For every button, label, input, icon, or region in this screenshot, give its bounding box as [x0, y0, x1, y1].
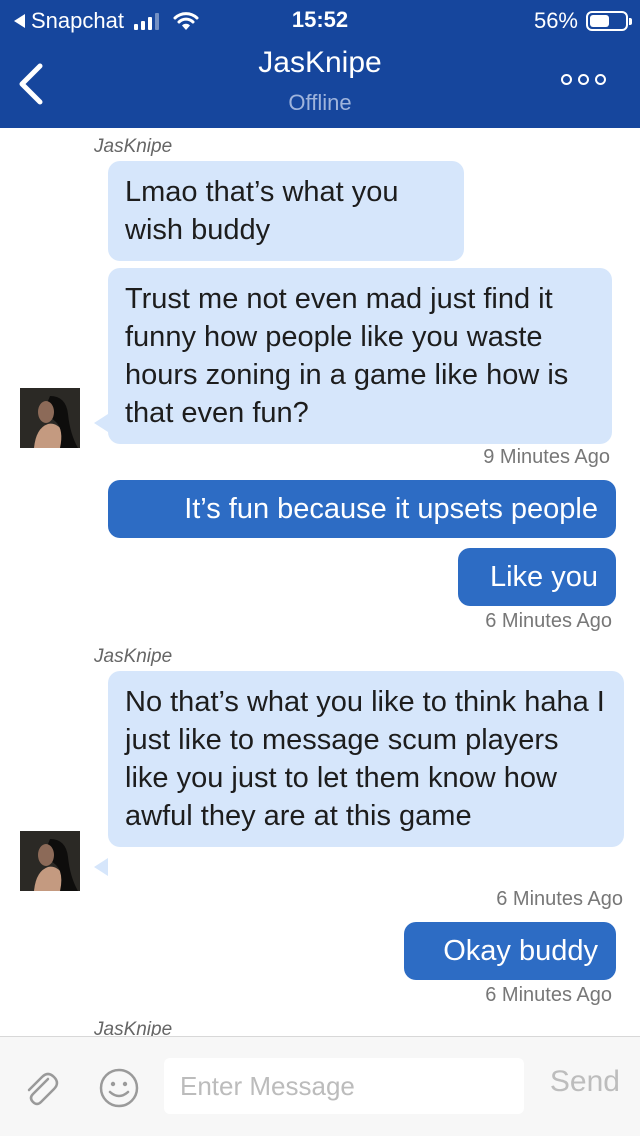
battery-percent: 56%: [533, 8, 578, 33]
sender-name: JasKnipe: [94, 136, 173, 157]
more-options-icon[interactable]: [561, 74, 606, 85]
contact-name: JasKnipe: [258, 46, 382, 79]
message-list[interactable]: JasKnipe Lmao that’s what you wish buddy…: [0, 128, 640, 1036]
avatar[interactable]: [20, 831, 80, 891]
battery-icon: [586, 11, 632, 31]
message-timestamp: 6 Minutes Ago: [496, 888, 623, 910]
bubble-tail: [94, 414, 108, 432]
incoming-message[interactable]: Lmao that’s what you wish buddy: [108, 161, 464, 261]
avatar[interactable]: [20, 388, 80, 448]
message-timestamp: 9 Minutes Ago: [483, 446, 610, 468]
sender-name: JasKnipe: [94, 1019, 173, 1036]
contact-status: Offline: [288, 90, 352, 115]
message-composer: Send: [0, 1036, 640, 1136]
battery-status: 56%: [533, 7, 632, 35]
outgoing-message[interactable]: Like you: [458, 548, 616, 606]
bubble-tail: [94, 858, 108, 876]
message-timestamp: 6 Minutes Ago: [485, 984, 612, 1006]
incoming-message[interactable]: No that’s what you like to think haha I …: [108, 671, 624, 847]
send-button[interactable]: Send: [550, 1065, 620, 1099]
sender-name: JasKnipe: [94, 646, 173, 667]
status-bar: Snapchat 15:52 56%: [0, 0, 640, 40]
outgoing-message[interactable]: Okay buddy: [404, 922, 616, 980]
emoji-icon[interactable]: [98, 1067, 140, 1109]
outgoing-message[interactable]: It’s fun because it upsets people: [108, 480, 616, 538]
chat-header: Snapchat 15:52 56% JasKnipe Offline: [0, 0, 640, 128]
paperclip-icon[interactable]: [20, 1067, 62, 1109]
incoming-message[interactable]: Trust me not even mad just find it funny…: [108, 268, 612, 444]
message-input[interactable]: [164, 1058, 524, 1114]
message-timestamp: 6 Minutes Ago: [485, 610, 612, 632]
